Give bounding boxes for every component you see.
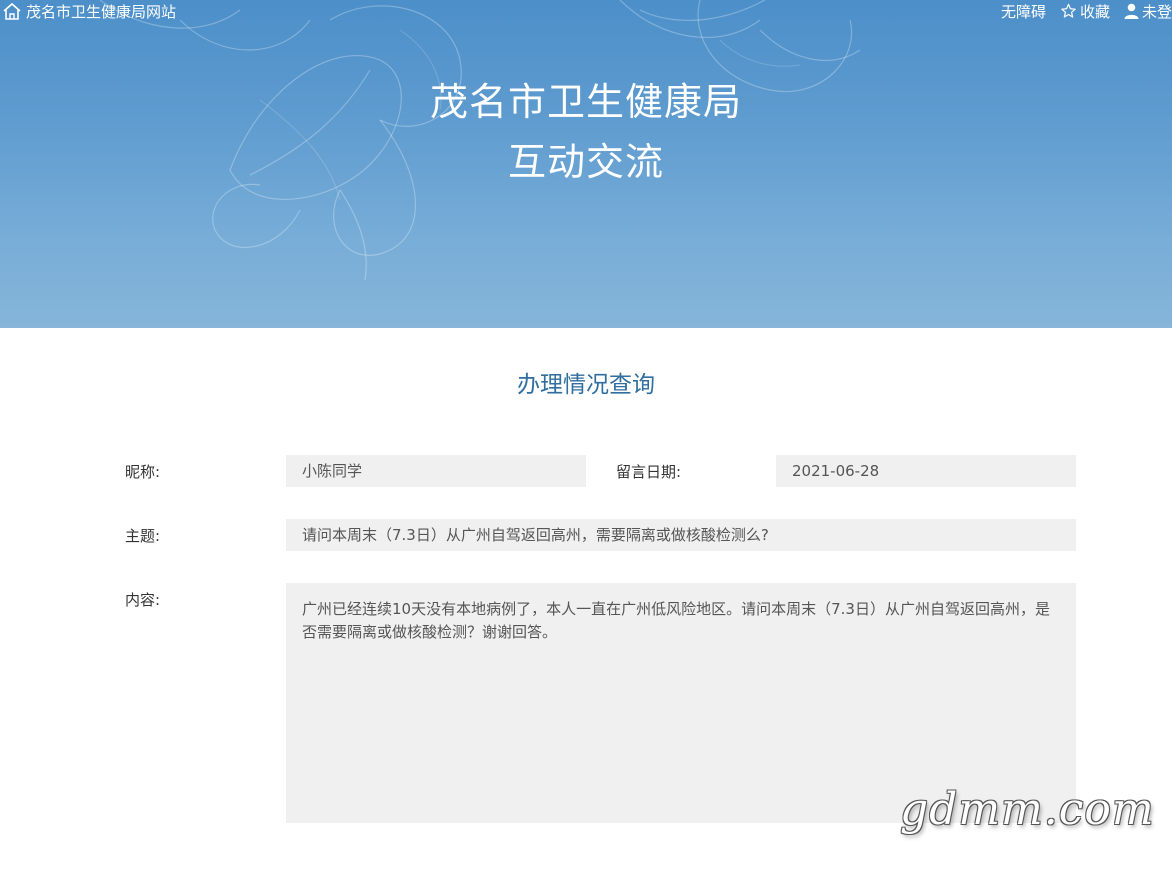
accessibility-label: 无障碍 <box>1000 2 1046 21</box>
watermark: gdmm.com <box>900 784 1155 835</box>
date-field: 2021-06-28 <box>776 455 1076 487</box>
favorite-link[interactable]: 收藏 <box>1060 1 1110 22</box>
date-label: 留言日期: <box>616 463 682 481</box>
subject-field: 请问本周末（7.3日）从广州自驾返回高州，需要隔离或做核酸检测么? <box>286 519 1076 551</box>
content-label: 内容: <box>125 591 161 609</box>
top-links: 无障碍 收藏 未登 <box>1001 0 1172 22</box>
accessibility-link[interactable]: 无障碍 <box>1001 1 1046 22</box>
site-title: 茂名市卫生健康局 <box>429 80 742 124</box>
page-title: 办理情况查询 <box>517 372 655 398</box>
user-label: 未登 <box>1141 2 1172 21</box>
nickname-label: 昵称: <box>125 463 161 481</box>
subject-label: 主题: <box>125 527 161 545</box>
top-bar: 茂名市卫生健康局网站 无障碍 收藏 未登 <box>0 0 1172 24</box>
home-link[interactable]: 茂名市卫生健康局网站 <box>2 0 176 22</box>
home-icon <box>3 2 21 20</box>
favorite-label: 收藏 <box>1079 2 1110 21</box>
user-link[interactable]: 未登 <box>1124 1 1172 22</box>
section-banner-title: 互动交流 <box>507 140 664 184</box>
star-icon <box>1061 3 1076 18</box>
header-banner: 茂名市卫生健康局网站 无障碍 收藏 未登 茂名市卫生健康局 互动交流 <box>0 0 1172 328</box>
user-icon <box>1124 3 1139 19</box>
nickname-field: 小陈同学 <box>286 455 586 487</box>
home-link-label: 茂名市卫生健康局网站 <box>26 2 177 21</box>
